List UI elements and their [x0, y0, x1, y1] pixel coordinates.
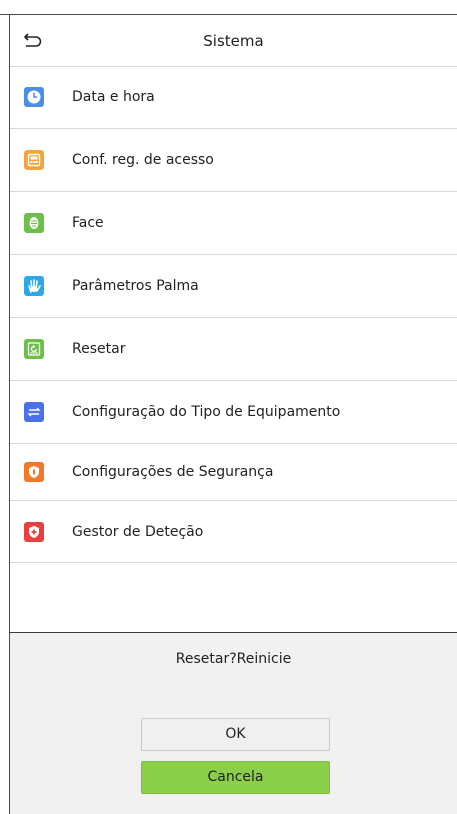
access-log-icon: [24, 150, 44, 170]
menu-item-label: Data e hora: [72, 89, 155, 105]
menu-item-device-type[interactable]: Configuração do Tipo de Equipamento: [10, 381, 457, 444]
menu-item-face[interactable]: Face: [10, 192, 457, 255]
menu-item-label: Parâmetros Palma: [72, 278, 199, 294]
system-menu: Data e hora Conf. reg. de acesso Face Pa…: [10, 66, 457, 563]
menu-item-detection-manager[interactable]: Gestor de Deteção: [10, 501, 457, 563]
face-icon: [24, 213, 44, 233]
clock-icon: [24, 87, 44, 107]
menu-item-label: Resetar: [72, 341, 126, 357]
menu-item-palm-parameters[interactable]: Parâmetros Palma: [10, 255, 457, 318]
security-shield-icon: [24, 462, 44, 482]
reset-confirm-dialog: Resetar?Reinicie OK Cancela: [10, 633, 457, 814]
menu-item-access-log-settings[interactable]: Conf. reg. de acesso: [10, 129, 457, 192]
back-arrow-icon[interactable]: [22, 30, 44, 50]
page-title: Sistema: [203, 32, 264, 50]
menu-item-label: Face: [72, 215, 104, 231]
palm-icon: [24, 276, 44, 296]
menu-item-reset[interactable]: Resetar: [10, 318, 457, 381]
dialog-message: Resetar?Reinicie: [175, 651, 292, 667]
cancel-button[interactable]: Cancela: [141, 761, 330, 794]
menu-item-label: Configuração do Tipo de Equipamento: [72, 404, 341, 420]
ok-button[interactable]: OK: [141, 718, 330, 751]
detection-shield-icon: [24, 521, 44, 542]
menu-item-date-time[interactable]: Data e hora: [10, 66, 457, 129]
header: Sistema: [10, 15, 457, 67]
menu-item-security-settings[interactable]: Configurações de Segurança: [10, 444, 457, 501]
reset-icon: [24, 339, 44, 359]
menu-item-label: Configurações de Segurança: [72, 464, 274, 480]
menu-item-label: Conf. reg. de acesso: [72, 152, 214, 168]
menu-item-label: Gestor de Deteção: [72, 523, 204, 540]
device-type-icon: [24, 402, 44, 422]
